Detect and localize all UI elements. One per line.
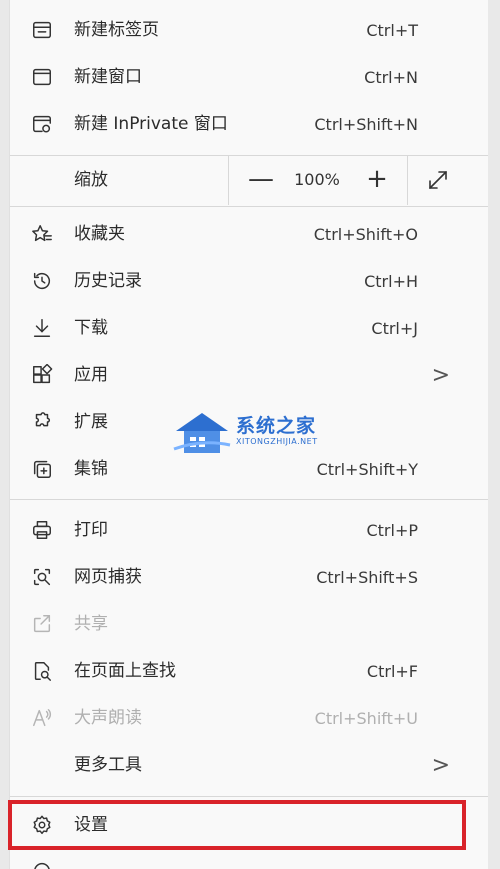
- print-icon: [30, 518, 54, 542]
- menu-item-apps[interactable]: 应用 >: [10, 352, 488, 399]
- menu-item-web-capture[interactable]: 网页捕获 Ctrl+Shift+S: [10, 554, 488, 601]
- menu-label: 收藏夹: [74, 224, 125, 244]
- menu-label: 新建窗口: [74, 67, 142, 87]
- menu-label: 共享: [74, 614, 108, 634]
- share-icon: [30, 612, 54, 636]
- read-aloud-icon: [30, 706, 54, 730]
- zoom-in-button[interactable]: +: [357, 155, 397, 205]
- menu-item-new-inprivate[interactable]: 新建 InPrivate 窗口 Ctrl+Shift+N: [10, 101, 488, 148]
- watermark-url: XITONGZHIJIA.NET: [236, 437, 318, 446]
- menu-label: 集锦: [74, 459, 108, 479]
- menu-shortcut: Ctrl+Shift+N: [314, 115, 418, 134]
- inprivate-window-icon: [30, 112, 54, 136]
- apps-icon: [30, 363, 54, 387]
- menu-label: 下载: [74, 318, 108, 338]
- chevron-right-icon: >: [431, 753, 450, 778]
- menu-item-favorites[interactable]: 收藏夹 Ctrl+Shift+O: [10, 211, 488, 258]
- menu-shortcut: Ctrl+H: [364, 272, 418, 291]
- menu-label: 打印: [74, 520, 108, 540]
- menu-item-find[interactable]: 在页面上查找 Ctrl+F: [10, 648, 488, 695]
- menu-item-history[interactable]: 历史记录 Ctrl+H: [10, 258, 488, 305]
- menu-label: 大声朗读: [74, 708, 142, 728]
- menu-label: 网页捕获: [74, 567, 142, 587]
- partial-icon: [30, 859, 54, 869]
- history-icon: [30, 269, 54, 293]
- menu-shortcut: Ctrl+T: [366, 21, 418, 40]
- menu-shortcut: Ctrl+J: [371, 319, 418, 338]
- menu-shortcut: Ctrl+P: [366, 521, 418, 540]
- menu-label: 扩展: [74, 412, 108, 432]
- menu-item-new-window[interactable]: 新建窗口 Ctrl+N: [10, 54, 488, 101]
- settings-highlight-box: [8, 800, 466, 850]
- house-logo-icon: [173, 413, 231, 453]
- watermark: 系统之家 XITONGZHIJIA.NET: [172, 405, 332, 461]
- menu-label: 应用: [74, 365, 108, 385]
- chevron-right-icon: >: [431, 363, 450, 388]
- menu-label: 在页面上查找: [74, 661, 176, 681]
- divider: [10, 499, 488, 500]
- menu-shortcut: Ctrl+F: [366, 662, 418, 681]
- web-capture-icon: [30, 565, 54, 589]
- zoom-label: 缩放: [74, 170, 108, 190]
- menu-label: 历史记录: [74, 271, 142, 291]
- menu-shortcut: Ctrl+N: [364, 68, 418, 87]
- new-window-icon: [30, 65, 54, 89]
- menu-item-read-aloud: 大声朗读 Ctrl+Shift+U: [10, 695, 488, 742]
- menu-item-partial: [10, 853, 488, 869]
- zoom-level: 100%: [294, 170, 340, 189]
- menu-shortcut: Ctrl+Shift+S: [316, 568, 418, 587]
- menu-item-downloads[interactable]: 下载 Ctrl+J: [10, 305, 488, 352]
- zoom-out-button[interactable]: —: [241, 155, 281, 205]
- menu-label: 更多工具: [74, 755, 142, 775]
- download-icon: [30, 316, 54, 340]
- menu-shortcut: Ctrl+Shift+U: [314, 709, 418, 728]
- find-on-page-icon: [30, 659, 54, 683]
- menu-item-zoom: 缩放 — 100% +: [10, 155, 488, 205]
- divider: [10, 206, 488, 207]
- menu-item-share: 共享: [10, 601, 488, 648]
- fullscreen-icon[interactable]: [426, 168, 450, 192]
- divider: [10, 796, 488, 797]
- menu-label: 新建 InPrivate 窗口: [74, 114, 228, 134]
- extensions-icon: [30, 410, 54, 434]
- new-tab-icon: [30, 18, 54, 42]
- menu-item-print[interactable]: 打印 Ctrl+P: [10, 507, 488, 554]
- favorites-icon: [30, 222, 54, 246]
- watermark-name: 系统之家: [236, 415, 317, 437]
- menu-shortcut: Ctrl+Shift+O: [313, 225, 418, 244]
- menu-item-new-tab[interactable]: 新建标签页 Ctrl+T: [10, 7, 488, 54]
- collections-icon: [30, 457, 54, 481]
- menu-label: 新建标签页: [74, 20, 159, 40]
- zoom-control: — 100% +: [228, 155, 408, 205]
- menu-item-more-tools[interactable]: 更多工具 >: [10, 742, 488, 789]
